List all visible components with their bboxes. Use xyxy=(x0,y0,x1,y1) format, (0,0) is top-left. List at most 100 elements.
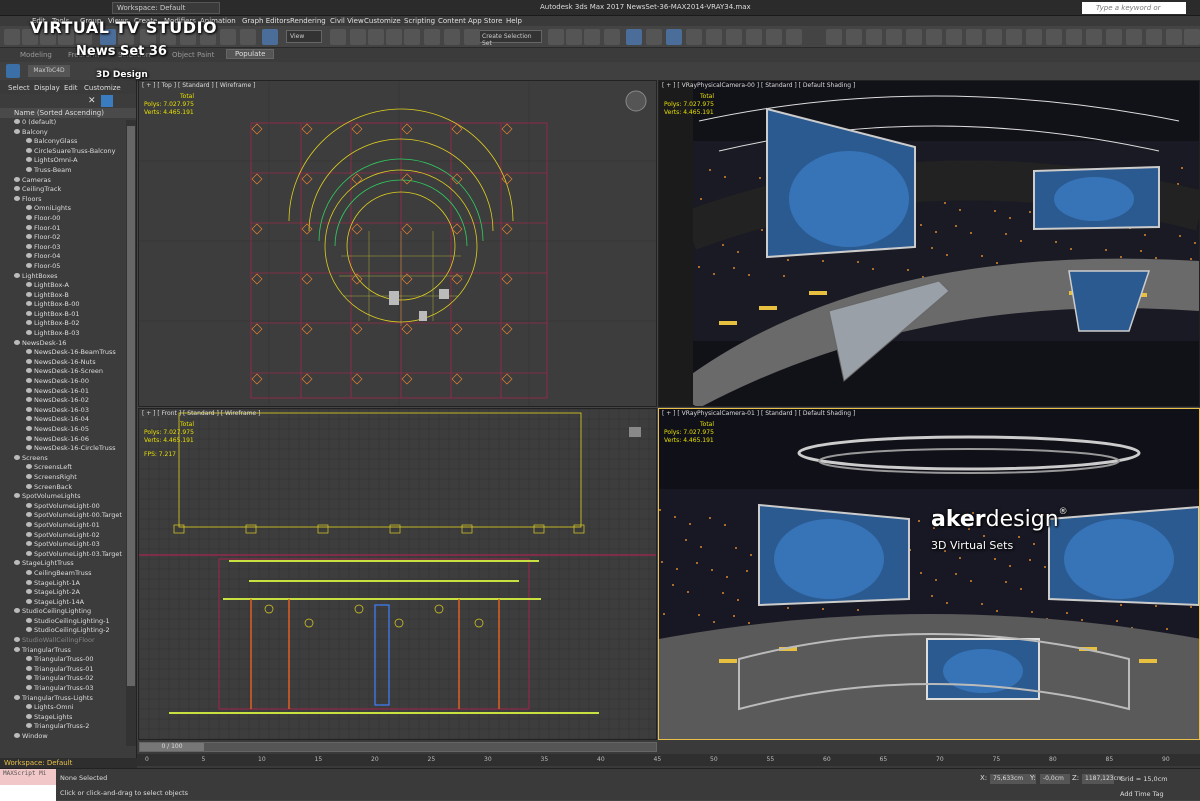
visibility-icon[interactable] xyxy=(26,445,32,451)
visibility-icon[interactable] xyxy=(26,320,32,326)
visibility-icon[interactable] xyxy=(14,637,20,643)
visibility-icon[interactable] xyxy=(14,733,20,738)
list-item[interactable]: NewsDesk-16-04 xyxy=(0,415,126,425)
list-item[interactable]: Screens xyxy=(0,454,126,464)
toolbar-button-icon[interactable] xyxy=(1046,29,1062,45)
add-time-tag[interactable]: Add Time Tag xyxy=(1120,790,1164,798)
visibility-icon[interactable] xyxy=(26,541,32,547)
visibility-icon[interactable] xyxy=(26,262,32,268)
visibility-icon[interactable] xyxy=(26,483,32,489)
maxscript-listener[interactable]: MAXScript Mi xyxy=(0,769,56,785)
list-item[interactable]: ScreenBack xyxy=(0,483,126,493)
viewport-label[interactable]: [ + ] [ Top ] [ Standard ] [ Wireframe ] xyxy=(142,82,255,89)
list-item[interactable]: NewsDesk-16-BeamTruss xyxy=(0,348,126,358)
list-item[interactable]: LightBox-B-03 xyxy=(0,329,126,339)
list-item[interactable]: Lights-Omni xyxy=(0,703,126,713)
list-item[interactable]: Balcony xyxy=(0,128,126,138)
visibility-icon[interactable] xyxy=(26,665,32,671)
visibility-icon[interactable] xyxy=(14,646,20,652)
list-item[interactable]: StageLight-14A xyxy=(0,598,126,608)
list-item[interactable]: Floor-03 xyxy=(0,243,126,253)
visibility-icon[interactable] xyxy=(26,349,32,355)
visibility-icon[interactable] xyxy=(14,128,20,134)
viewport-front[interactable]: [ + ] [ Front ] [ Standard ] [ Wireframe… xyxy=(138,408,657,740)
visibility-icon[interactable] xyxy=(26,426,32,431)
list-item[interactable]: NewsDesk-16-Screen xyxy=(0,367,126,377)
menu-customize[interactable]: Customize xyxy=(84,84,121,92)
toolbar-button-icon[interactable] xyxy=(706,29,722,45)
visibility-icon[interactable] xyxy=(14,454,20,460)
toolbar-button-icon[interactable] xyxy=(404,29,420,45)
list-item[interactable]: NewsDesk-16-05 xyxy=(0,425,126,435)
toolbar-button-icon[interactable] xyxy=(846,29,862,45)
toolbar-button-icon[interactable] xyxy=(746,29,762,45)
list-item[interactable]: Truss-Beam xyxy=(0,166,126,176)
visibility-icon[interactable] xyxy=(26,627,32,633)
toolbar-button-icon[interactable] xyxy=(966,29,982,45)
visibility-icon[interactable] xyxy=(26,205,32,211)
z-coordinate[interactable]: 1187,123cm xyxy=(1082,774,1123,784)
visibility-icon[interactable] xyxy=(14,176,20,182)
visibility-icon[interactable] xyxy=(26,310,32,316)
clear-icon[interactable]: ✕ xyxy=(88,96,96,106)
visibility-icon[interactable] xyxy=(26,723,32,729)
visibility-icon[interactable] xyxy=(26,464,32,470)
list-item[interactable]: NewsDesk-16-03 xyxy=(0,406,126,416)
toolbar-button-icon[interactable] xyxy=(1006,29,1022,45)
toolbar-button-icon[interactable] xyxy=(444,29,460,45)
visibility-icon[interactable] xyxy=(26,598,32,604)
menu-content[interactable]: Content xyxy=(438,17,466,25)
list-item[interactable]: NewsDesk-16-06 xyxy=(0,435,126,445)
toolbar-button-icon[interactable] xyxy=(926,29,942,45)
list-item[interactable]: SpotVolumeLight-00.Target xyxy=(0,511,126,521)
list-item[interactable]: SpotVolumeLight-00 xyxy=(0,502,126,512)
list-item[interactable]: NewsDesk-16-Nuts xyxy=(0,358,126,368)
visibility-icon[interactable] xyxy=(26,243,32,249)
list-item[interactable]: TriangularTruss-01 xyxy=(0,665,126,675)
viewport-label[interactable]: [ + ] [ Front ] [ Standard ] [ Wireframe… xyxy=(142,410,261,417)
list-item[interactable]: ScreensRight xyxy=(0,473,126,483)
list-item[interactable]: CeilingBeamTruss xyxy=(0,569,126,579)
list-item[interactable]: StudioCeilingLighting xyxy=(0,607,126,617)
toolbar-button-icon[interactable] xyxy=(786,29,802,45)
list-item[interactable]: StageLight-2A xyxy=(0,588,126,598)
viewport-label[interactable]: [ + ] [ VRayPhysicalCamera-00 ] [ Standa… xyxy=(662,82,855,89)
selection-set-select[interactable]: Create Selection Set xyxy=(478,30,542,47)
time-slider-thumb[interactable]: 0 / 100 xyxy=(140,743,204,751)
column-header[interactable]: Name (Sorted Ascending) xyxy=(0,108,136,118)
maxscript-input[interactable] xyxy=(0,785,56,801)
list-item[interactable]: LightBox-B-01 xyxy=(0,310,126,320)
toolbar-button-icon[interactable] xyxy=(1184,29,1200,45)
toolbar-button-icon[interactable] xyxy=(826,29,842,45)
list-item[interactable]: Window xyxy=(0,732,126,742)
toolbar-button-icon[interactable] xyxy=(626,29,642,45)
visibility-icon[interactable] xyxy=(26,147,32,153)
menu-help[interactable]: Help xyxy=(506,17,522,25)
list-item[interactable]: 0 (default) xyxy=(0,118,126,128)
list-item[interactable]: TriangularTruss-03 xyxy=(0,684,126,694)
visibility-icon[interactable] xyxy=(26,656,32,662)
list-item[interactable]: NewsDesk-16-02 xyxy=(0,396,126,406)
time-slider[interactable]: 0 / 100 xyxy=(139,742,657,752)
list-item[interactable]: SpotVolumeLights xyxy=(0,492,126,502)
toolbar-button-icon[interactable] xyxy=(1166,29,1182,45)
list-item[interactable]: CircleSuareTruss-Balcony xyxy=(0,147,126,157)
plugin-icon[interactable] xyxy=(6,64,20,78)
list-item[interactable]: LightBoxes xyxy=(0,272,126,282)
menu-display[interactable]: Display xyxy=(34,84,60,92)
search-input[interactable]: Type a keyword or phrase xyxy=(1082,2,1186,24)
toolbar-button-icon[interactable] xyxy=(350,29,366,45)
list-item[interactable]: StageLightTruss xyxy=(0,559,126,569)
visibility-icon[interactable] xyxy=(26,569,32,575)
visibility-icon[interactable] xyxy=(26,282,32,288)
list-item[interactable]: SpotVolumeLight-02 xyxy=(0,531,126,541)
list-item[interactable]: OmniLights xyxy=(0,204,126,214)
list-item[interactable]: ScreensLeft xyxy=(0,463,126,473)
list-item[interactable]: NewsDesk-16-00 xyxy=(0,377,126,387)
visibility-icon[interactable] xyxy=(26,387,32,393)
reference-coordinate-select[interactable]: View xyxy=(286,30,322,43)
visibility-icon[interactable] xyxy=(26,617,32,623)
toolbar-button-icon[interactable] xyxy=(666,29,682,45)
viewport-label[interactable]: [ + ] [ VRayPhysicalCamera-01 ] [ Standa… xyxy=(662,410,855,417)
toolbar-button-icon[interactable] xyxy=(1106,29,1122,45)
